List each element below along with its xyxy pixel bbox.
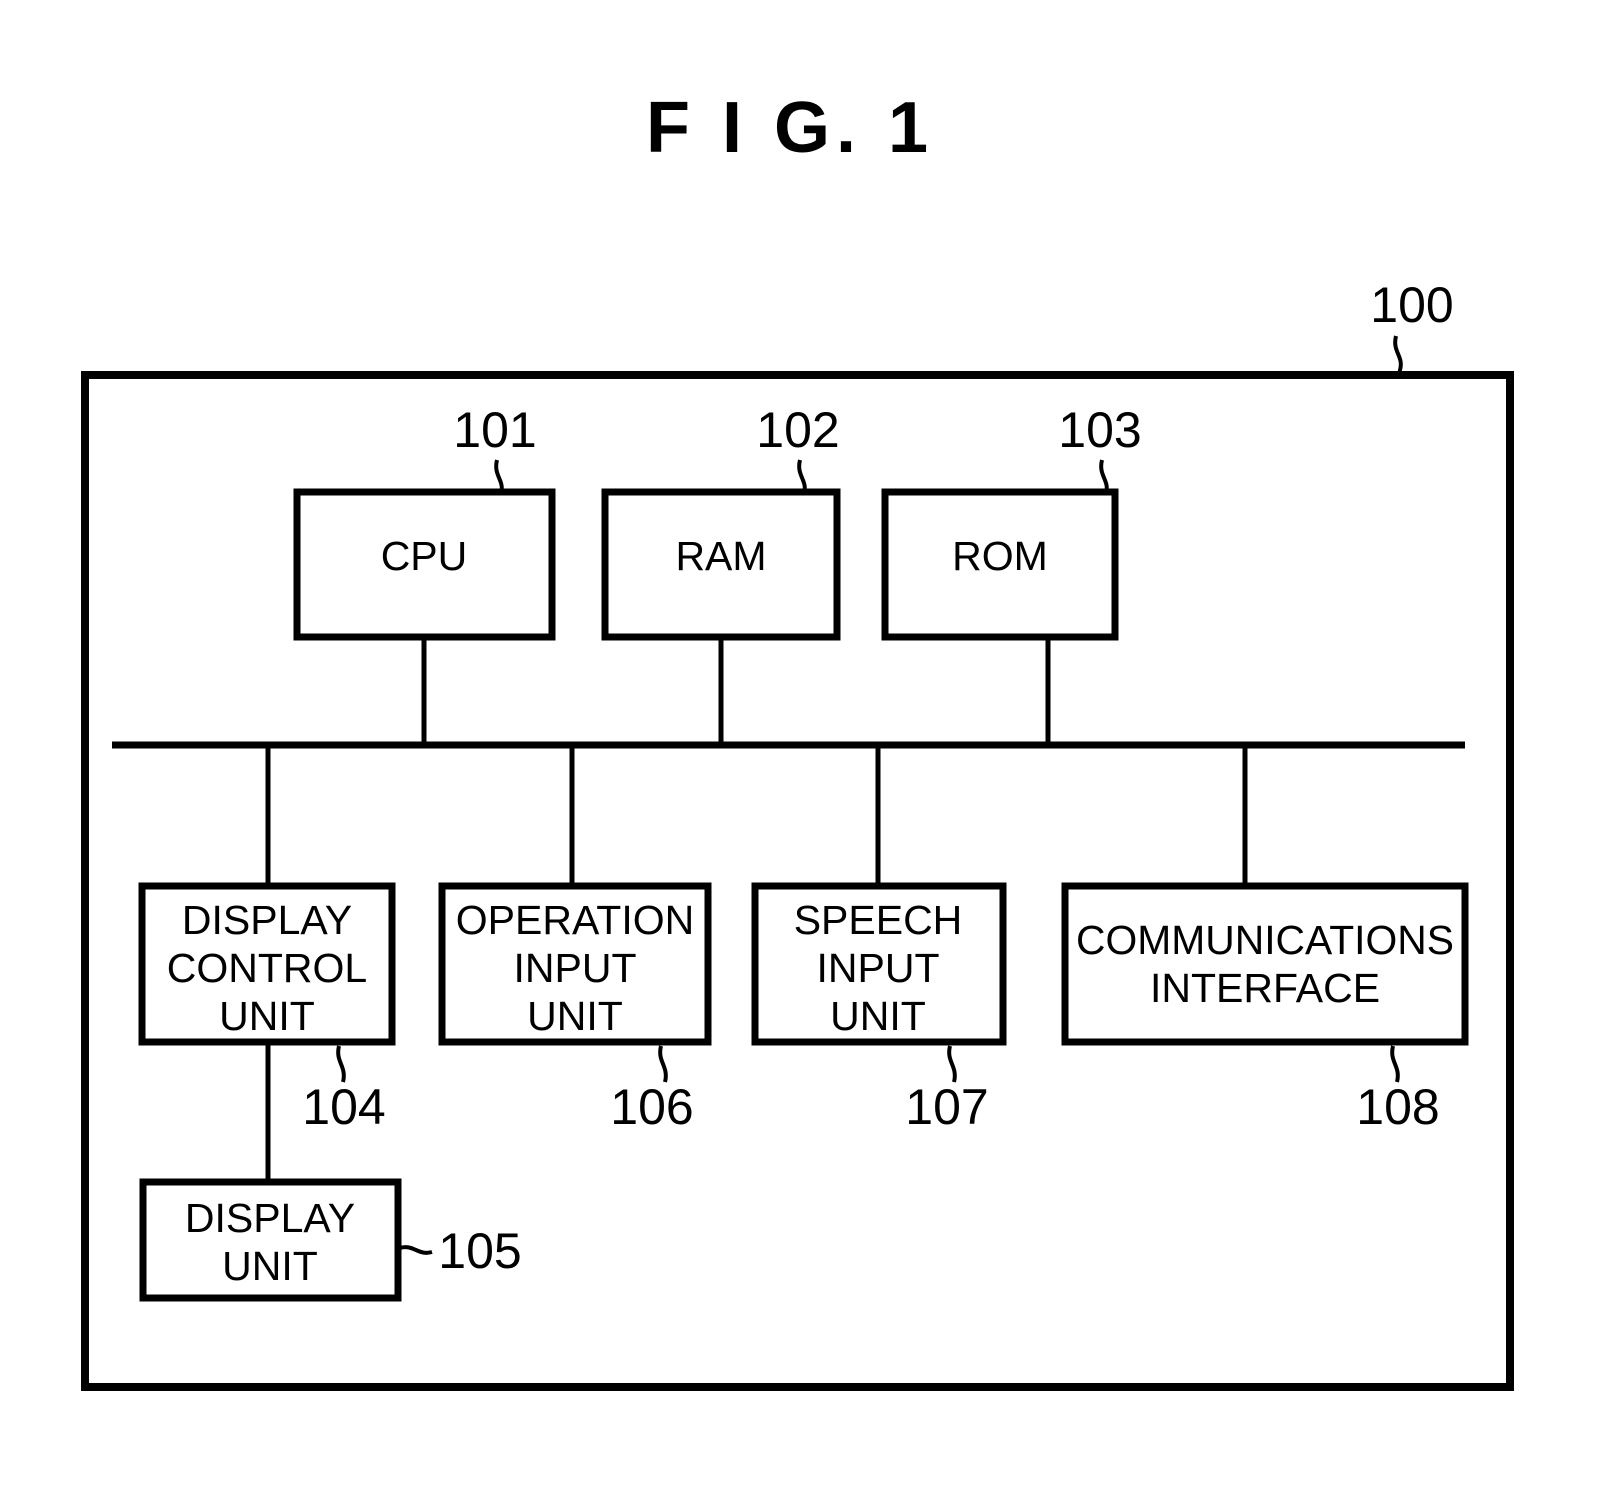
ref-number-107: 107 bbox=[905, 1079, 988, 1135]
ref-number-103: 103 bbox=[1058, 402, 1141, 458]
block-communications-interface-label-line2: INTERFACE bbox=[1150, 965, 1380, 1011]
block-display-unit-label-line1: DISPLAY bbox=[185, 1195, 355, 1241]
block-display-control-unit-label-line2: CONTROL bbox=[167, 945, 367, 991]
leader-line-100 bbox=[1393, 335, 1403, 378]
block-diagram: F I G. 1 100 CPU 101 RAM 102 ROM 103 DIS… bbox=[81, 88, 1514, 1391]
block-operation-input-unit-label-line3: UNIT bbox=[527, 993, 623, 1039]
ref-number-100: 100 bbox=[1370, 277, 1453, 333]
leader-line-104 bbox=[336, 1045, 346, 1083]
block-display-unit-label-line2: UNIT bbox=[222, 1243, 318, 1289]
block-speech-input-unit-label-line1: SPEECH bbox=[794, 897, 963, 943]
block-communications-interface bbox=[1061, 882, 1469, 1046]
leader-line-107 bbox=[947, 1045, 957, 1083]
ref-number-101: 101 bbox=[453, 402, 536, 458]
block-speech-input-unit-label-line2: INPUT bbox=[817, 945, 940, 991]
block-rom-label: ROM bbox=[952, 533, 1048, 579]
leader-line-106 bbox=[658, 1045, 668, 1083]
block-operation-input-unit-label-line1: OPERATION bbox=[456, 897, 694, 943]
ref-number-108: 108 bbox=[1356, 1079, 1439, 1135]
ref-number-102: 102 bbox=[756, 402, 839, 458]
leader-line-105 bbox=[399, 1245, 433, 1255]
block-speech-input-unit-label-line3: UNIT bbox=[830, 993, 926, 1039]
leader-line-108 bbox=[1390, 1045, 1400, 1083]
ref-number-106: 106 bbox=[610, 1079, 693, 1135]
figure-title: F I G. 1 bbox=[646, 88, 934, 168]
block-operation-input-unit-label-line2: INPUT bbox=[514, 945, 637, 991]
ref-number-104: 104 bbox=[302, 1079, 385, 1135]
patent-figure-page: F I G. 1 100 CPU 101 RAM 102 ROM 103 DIS… bbox=[0, 0, 1598, 1488]
block-ram-label: RAM bbox=[675, 533, 766, 579]
block-cpu-label: CPU bbox=[381, 533, 468, 579]
block-display-control-unit-label-line1: DISPLAY bbox=[182, 897, 352, 943]
block-communications-interface-label-line1: COMMUNICATIONS bbox=[1076, 917, 1454, 963]
ref-number-105: 105 bbox=[438, 1223, 521, 1279]
block-display-control-unit-label-line3: UNIT bbox=[219, 993, 315, 1039]
